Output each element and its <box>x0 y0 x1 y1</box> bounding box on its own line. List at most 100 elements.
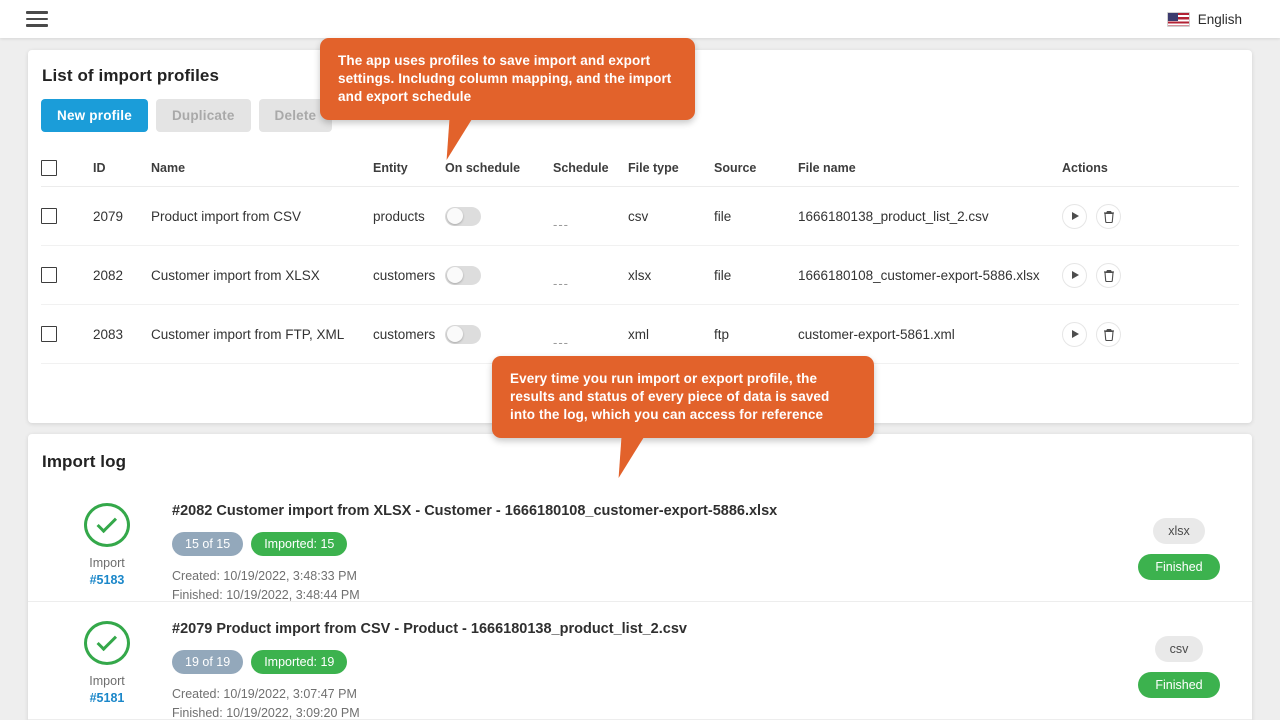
log-timestamps: Created: 10/19/2022, 3:48:33 PM Finished… <box>172 567 1120 606</box>
cell-file-name: 1666180108_customer-export-5886.xlsx <box>798 267 1040 283</box>
row-checkbox[interactable] <box>41 326 57 342</box>
log-result-badge: Imported: 15 <box>251 532 348 556</box>
page-title: List of import profiles <box>42 66 220 85</box>
cell-id: 2082 <box>93 267 124 283</box>
column-header-schedule: Schedule <box>553 160 609 175</box>
cell-source: file <box>714 267 732 283</box>
row-checkbox[interactable] <box>41 267 57 283</box>
cell-entity: customers <box>373 326 436 342</box>
tooltip-text: The app uses profiles to save import and… <box>338 53 672 104</box>
table-row[interactable]: 2082 Customer import from XLSX customers… <box>41 246 1239 305</box>
column-header-id: ID <box>93 160 106 175</box>
top-bar: English <box>0 0 1280 38</box>
log-timestamps: Created: 10/19/2022, 3:07:47 PM Finished… <box>172 685 1120 720</box>
run-profile-icon[interactable] <box>1062 203 1087 229</box>
log-pills: 15 of 15 Imported: 15 <box>172 532 1120 556</box>
table-header-row: ID Name Entity On schedule Schedule File… <box>41 149 1239 187</box>
tooltip-profiles[interactable]: The app uses profiles to save import and… <box>320 38 695 160</box>
list-item[interactable]: Import #5183 #2082 Customer import from … <box>28 484 1252 602</box>
row-checkbox[interactable] <box>41 208 57 224</box>
cell-schedule: --- <box>553 275 569 291</box>
table-row[interactable]: 2079 Product import from CSV products --… <box>41 187 1239 246</box>
select-all-header <box>41 159 93 176</box>
log-id-link[interactable]: #5181 <box>90 691 125 705</box>
log-count-badge: 19 of 19 <box>172 650 244 674</box>
log-id-link[interactable]: #5183 <box>90 573 125 587</box>
row-select-cell <box>41 267 93 283</box>
run-profile-icon[interactable] <box>1062 262 1087 288</box>
cell-on-schedule <box>445 206 553 226</box>
cell-on-schedule <box>445 324 553 344</box>
cell-source: file <box>714 208 732 224</box>
delete-profile-icon[interactable] <box>1096 321 1121 347</box>
column-header-entity: Entity <box>373 160 408 175</box>
on-schedule-toggle[interactable] <box>445 265 481 285</box>
cell-file-name: customer-export-5861.xml <box>798 326 955 342</box>
cell-file-name: 1666180138_product_list_2.csv <box>798 208 989 224</box>
log-entry-title: #2082 Customer import from XLSX - Custom… <box>172 503 778 519</box>
log-status-column: Import #5181 <box>42 616 172 705</box>
log-body: #2079 Product import from CSV - Product … <box>172 616 1120 720</box>
hamburger-bar <box>26 11 48 14</box>
delete-profile-icon[interactable] <box>1096 262 1121 288</box>
hamburger-bar <box>26 17 48 21</box>
us-flag-icon <box>1166 11 1190 27</box>
cell-name: Customer import from FTP, XML <box>151 326 345 342</box>
tooltip-tail <box>446 119 486 160</box>
file-type-badge: csv <box>1154 636 1204 662</box>
status-badge: Finished <box>1138 672 1220 698</box>
on-schedule-toggle[interactable] <box>445 206 481 226</box>
hamburger-menu-icon[interactable] <box>26 11 48 27</box>
cell-actions <box>1062 262 1212 288</box>
log-kind-label: Import <box>89 674 125 688</box>
import-log-title: Import log <box>42 452 127 471</box>
cell-name: Customer import from XLSX <box>151 267 320 283</box>
cell-file-type: xlsx <box>628 267 652 283</box>
log-entry-title: #2079 Product import from CSV - Product … <box>172 621 687 637</box>
cell-id: 2079 <box>93 208 124 224</box>
new-profile-button[interactable]: New profile <box>41 99 148 132</box>
tooltip-text: Every time you run import or export prof… <box>510 371 830 422</box>
language-selector[interactable]: English <box>1166 11 1242 27</box>
language-label: English <box>1197 11 1242 27</box>
cell-on-schedule <box>445 265 553 285</box>
hamburger-bar <box>26 24 48 27</box>
row-select-cell <box>41 208 93 224</box>
cell-entity: customers <box>373 267 436 283</box>
log-kind-label: Import <box>89 556 125 570</box>
tooltip-tail <box>618 437 658 478</box>
profile-action-buttons: New profile Duplicate Delete <box>41 99 333 132</box>
log-count-badge: 15 of 15 <box>172 532 244 556</box>
cell-file-type: xml <box>628 326 649 342</box>
duplicate-button[interactable]: Duplicate <box>155 99 251 132</box>
log-result-badge: Imported: 19 <box>251 650 348 674</box>
column-header-source: Source <box>714 160 757 175</box>
cell-entity: products <box>373 208 425 224</box>
select-all-checkbox[interactable] <box>41 159 57 176</box>
run-profile-icon[interactable] <box>1062 321 1087 347</box>
check-circle-icon <box>84 503 130 547</box>
delete-profile-icon[interactable] <box>1096 203 1121 229</box>
log-status-column: Import #5183 <box>42 498 172 587</box>
cell-id: 2083 <box>93 326 124 342</box>
log-created: Created: 10/19/2022, 3:07:47 PM <box>172 687 357 701</box>
log-pills: 19 of 19 Imported: 19 <box>172 650 1120 674</box>
cell-actions <box>1062 321 1212 347</box>
log-badges: csv Finished <box>1120 616 1238 705</box>
cell-name: Product import from CSV <box>151 208 302 224</box>
column-header-on-schedule: On schedule <box>445 160 521 175</box>
log-body: #2082 Customer import from XLSX - Custom… <box>172 498 1120 602</box>
list-item[interactable]: Import #5181 #2079 Product import from C… <box>28 602 1252 720</box>
cell-schedule: --- <box>553 216 569 232</box>
column-header-actions: Actions <box>1062 160 1108 175</box>
log-created: Created: 10/19/2022, 3:48:33 PM <box>172 569 357 583</box>
cell-file-type: csv <box>628 208 649 224</box>
tooltip-import-log[interactable]: Every time you run import or export prof… <box>492 356 874 478</box>
on-schedule-toggle[interactable] <box>445 324 481 344</box>
status-badge: Finished <box>1138 554 1220 580</box>
log-badges: xlsx Finished <box>1120 498 1238 587</box>
column-header-file-type: File type <box>628 160 679 175</box>
column-header-file-name: File name <box>798 160 856 175</box>
log-finished: Finished: 10/19/2022, 3:09:20 PM <box>172 706 360 720</box>
check-circle-icon <box>84 621 130 665</box>
